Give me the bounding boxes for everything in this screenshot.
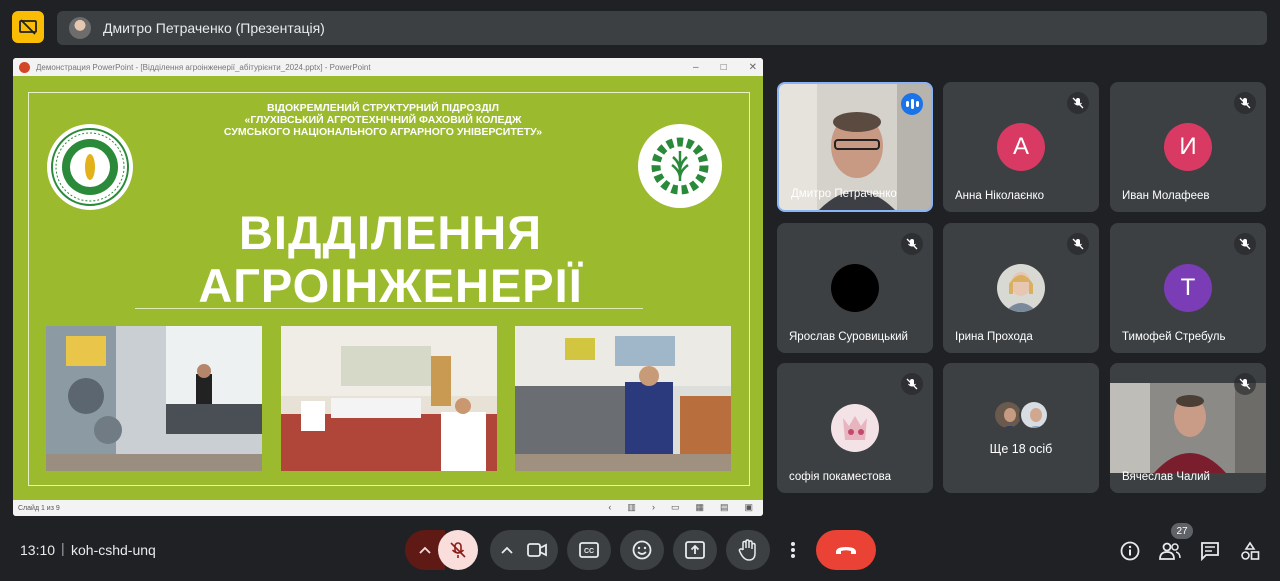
mic-off-icon: [1234, 92, 1256, 114]
close-icon[interactable]: ✕: [749, 62, 757, 73]
slideshow-icon[interactable]: ▣: [744, 502, 753, 513]
mic-off-icon: [1067, 92, 1089, 114]
reading-view-icon[interactable]: ▤: [720, 502, 729, 513]
slide-header-line-3: СУМСЬКОГО НАЦІОНАЛЬНОГО АГРАРНОГО УНІВЕР…: [223, 126, 543, 138]
participant-avatar: [1019, 400, 1049, 430]
ppt-window-title: Демонстрация PowerPoint - [Відділення аг…: [36, 62, 371, 72]
slide-header-line-2: «ГЛУХІВСЬКИЙ АГРОТЕХНІЧНИЙ ФАХОВИЙ КОЛЕД…: [244, 114, 522, 126]
more-participants-label: Ще 18 осіб: [989, 442, 1053, 456]
slide: ВІДОКРЕМЛЕНИЙ СТРУКТУРНИЙ ПІДРОЗДІЛ «ГЛУ…: [13, 76, 763, 500]
participant-name: софія покаместова: [789, 471, 891, 483]
mic-off-icon: [450, 542, 466, 558]
people-button[interactable]: [1159, 540, 1181, 562]
maximize-icon[interactable]: □: [721, 62, 727, 73]
participant-tile-iryna[interactable]: Ірина Прохода: [943, 223, 1099, 353]
captions-button[interactable]: CC: [567, 530, 611, 570]
participant-avatar: [831, 264, 879, 312]
chat-button[interactable]: [1199, 540, 1221, 562]
prev-slide-icon[interactable]: ‹: [608, 502, 611, 513]
mic-off-icon: [901, 233, 923, 255]
slide-counter: Слайд 1 из 9: [18, 504, 60, 512]
people-icon: [1159, 542, 1181, 560]
more-participants-tile[interactable]: Ще 18 осіб: [943, 363, 1099, 493]
normal-view-icon[interactable]: ▭: [671, 502, 680, 513]
presentation-window: Демонстрация PowerPoint - [Відділення аг…: [13, 58, 763, 516]
ppt-titlebar: Демонстрация PowerPoint - [Відділення аг…: [13, 58, 763, 76]
presenter-avatar: [69, 17, 91, 39]
mic-off-icon: [1234, 373, 1256, 395]
present-icon: [685, 541, 705, 559]
chevron-up-icon: [501, 546, 513, 554]
slide-header: ВІДОКРЕМЛЕНИЙ СТРУКТУРНИЙ ПІДРОЗДІЛ «ГЛУ…: [173, 102, 593, 138]
present-button[interactable]: [673, 530, 717, 570]
powerpoint-icon: [19, 61, 30, 73]
chat-icon: [1201, 542, 1219, 561]
emoji-icon: [632, 540, 652, 560]
slide-title: ВІДДІЛЕННЯ АГРОІНЖЕНЕРІЇ: [113, 206, 668, 312]
svg-text:CC: CC: [584, 548, 594, 555]
participant-avatar: [997, 264, 1045, 312]
microphone-button[interactable]: [438, 530, 478, 570]
hand-icon: [738, 539, 756, 561]
stop-presenting-icon[interactable]: [12, 11, 44, 43]
participant-name: Вячеслав Чалий: [1122, 471, 1210, 483]
activities-icon: [1241, 541, 1260, 560]
slide-title-line-1: ВІДДІЛЕННЯ: [238, 206, 542, 259]
speaking-indicator-icon: [901, 93, 923, 115]
mic-off-icon: [901, 373, 923, 395]
grid-view-icon[interactable]: ▦: [695, 502, 704, 513]
participant-name: Ярослав Суровицький: [789, 331, 908, 343]
slide-photo-workshop: [46, 326, 262, 471]
presenter-bar: Дмитро Петраченко (Презентація): [57, 11, 1267, 45]
chevron-up-icon: [419, 546, 431, 554]
university-logo: [638, 124, 722, 208]
participant-tile-sofia[interactable]: софія покаместова: [777, 363, 933, 493]
participant-tile-ivan[interactable]: И Иван Молафеев: [1110, 82, 1266, 212]
activities-button[interactable]: [1239, 540, 1261, 562]
meeting-code: koh-cshd-unq: [71, 542, 156, 558]
more-vert-icon: [791, 542, 795, 558]
participant-name: Иван Молафеев: [1122, 190, 1210, 202]
college-logo: [47, 124, 133, 210]
slide-sorter-icon[interactable]: ▥: [627, 502, 636, 513]
call-end-icon: [836, 547, 856, 554]
presenter-name: Дмитро Петраченко (Презентація): [103, 20, 325, 36]
participant-tile-viacheslav[interactable]: Вячеслав Чалий: [1110, 363, 1266, 493]
mic-off-icon: [1067, 233, 1089, 255]
info-icon: [1120, 541, 1140, 561]
participant-avatar: А: [997, 123, 1045, 171]
participant-avatar: [831, 404, 879, 452]
raise-hand-button[interactable]: [726, 530, 770, 570]
separator: |: [61, 540, 65, 556]
slide-header-line-1: ВІДОКРЕМЛЕНИЙ СТРУКТУРНИЙ ПІДРОЗДІЛ: [267, 102, 499, 114]
participant-avatar: И: [1164, 123, 1212, 171]
clock: 13:10: [20, 542, 56, 558]
slide-photo-classroom: [281, 326, 497, 471]
camera-icon: [527, 543, 547, 557]
more-options-button[interactable]: [779, 530, 807, 570]
slide-photo-equipment: [515, 326, 731, 471]
slide-title-line-2: АГРОІНЖЕНЕРІЇ: [198, 259, 583, 312]
participant-name: Ірина Прохода: [955, 331, 1033, 343]
leave-call-button[interactable]: [816, 530, 876, 570]
captions-icon: CC: [579, 542, 599, 558]
minimize-icon[interactable]: –: [693, 62, 699, 73]
meeting-details-button[interactable]: [1119, 540, 1141, 562]
participant-tile-dmytro[interactable]: Дмитро Петраченко: [777, 82, 933, 212]
camera-button[interactable]: [490, 530, 558, 570]
participant-name: Тимофей Стребуль: [1122, 331, 1226, 343]
participant-name: Анна Ніколаєнко: [955, 190, 1045, 202]
ppt-status-bar: Слайд 1 из 9 ‹ ▥ › ▭ ▦ ▤ ▣: [13, 500, 763, 516]
participant-tile-anna[interactable]: А Анна Ніколаєнко: [943, 82, 1099, 212]
next-slide-icon[interactable]: ›: [652, 502, 655, 513]
participant-tile-yaroslav[interactable]: Ярослав Суровицький: [777, 223, 933, 353]
participant-tile-tymofei[interactable]: Т Тимофей Стребуль: [1110, 223, 1266, 353]
participant-name: Дмитро Петраченко: [791, 188, 897, 200]
mic-off-icon: [1234, 233, 1256, 255]
slide-divider: [135, 308, 643, 309]
reactions-button[interactable]: [620, 530, 664, 570]
participants-count-badge: 27: [1171, 523, 1193, 539]
participant-avatar: Т: [1164, 264, 1212, 312]
